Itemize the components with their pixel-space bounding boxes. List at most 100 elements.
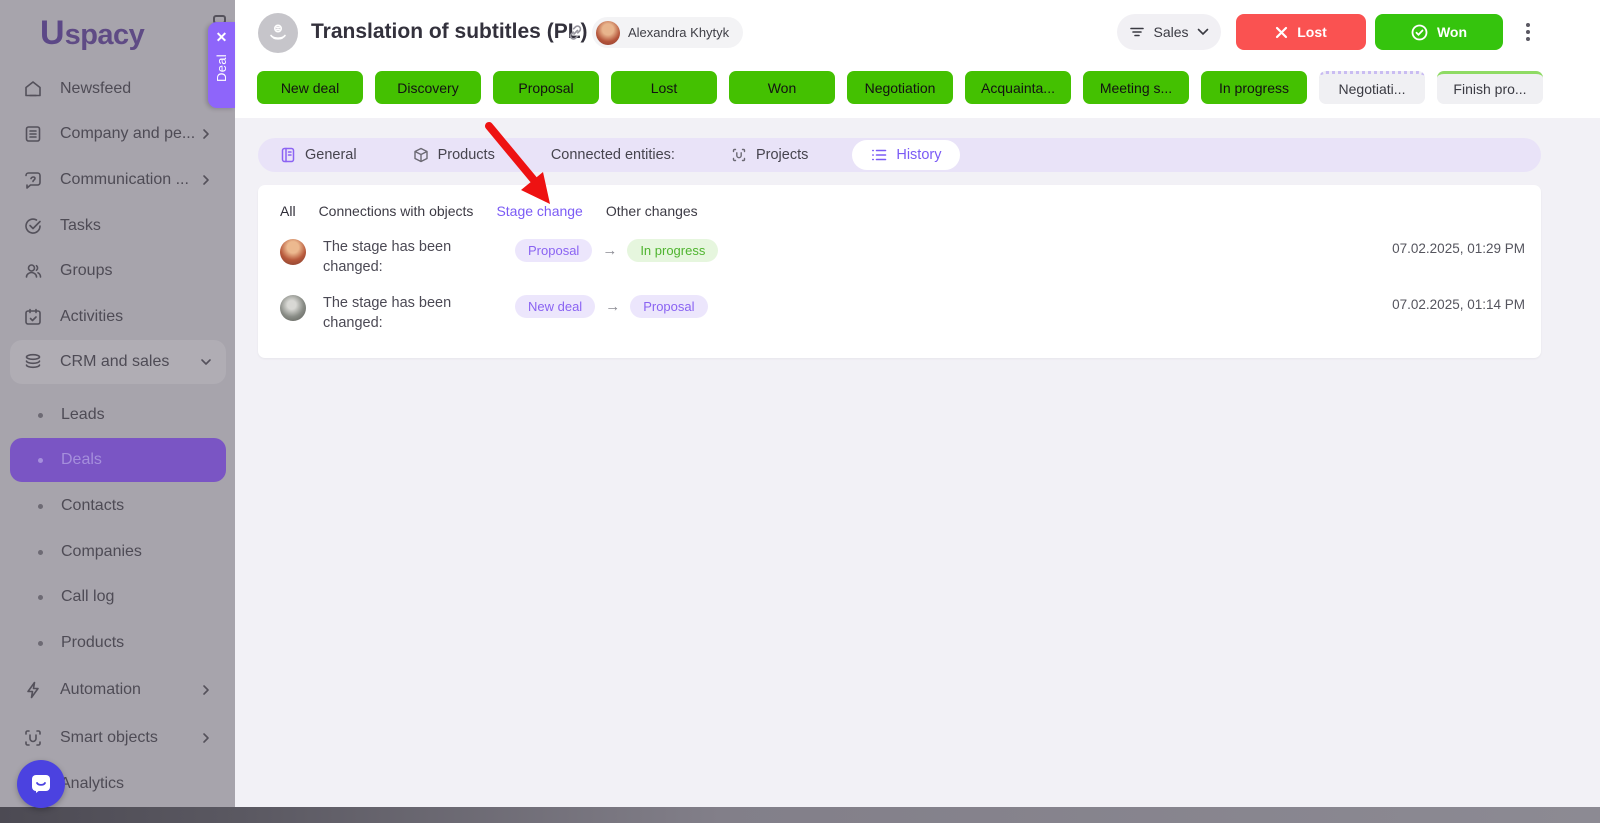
sidebar-item-companies[interactable]: Companies: [10, 530, 226, 574]
won-button[interactable]: Won: [1375, 14, 1503, 50]
filter-all[interactable]: All: [280, 203, 296, 219]
stage-button[interactable]: New deal: [257, 71, 363, 104]
arrow-right-icon: →: [602, 242, 618, 259]
deal-header: Translation of subtitles (PL) Alexandra …: [235, 0, 1600, 118]
bullet-icon: [38, 457, 43, 463]
stage-button[interactable]: Lost: [611, 71, 717, 104]
sidebar-item-contacts[interactable]: Contacts: [10, 484, 226, 528]
chevron-right-icon: [203, 685, 209, 695]
lost-label: Lost: [1297, 24, 1327, 40]
sidebar-item-label: Smart objects: [60, 729, 158, 746]
history-row: The stage has been changed: Proposal → I…: [280, 237, 1525, 285]
sidebar-item-label: Activities: [60, 308, 124, 325]
sidebar-item-activities[interactable]: Activities: [10, 295, 226, 339]
deal-panel: Translation of subtitles (PL) Alexandra …: [235, 0, 1600, 807]
sidebar-item-automation[interactable]: Automation: [10, 668, 226, 712]
deal-tabs: General Products Connected entities: Pro…: [258, 138, 1541, 172]
stage-badge-to: Proposal: [630, 295, 708, 318]
avatar: [280, 239, 306, 265]
logo-mark: U: [40, 14, 65, 52]
crm-stack-icon: [25, 353, 41, 369]
check-circle-icon: [1411, 24, 1428, 40]
stage-badge-to: In progress: [627, 239, 719, 262]
stage-change: New deal → Proposal: [515, 295, 708, 318]
sidebar-item-label: Groups: [60, 262, 113, 279]
history-filters: All Connections with objects Stage chang…: [280, 203, 698, 219]
bullet-icon: [38, 549, 43, 555]
sidebar-item-label: Deals: [61, 451, 102, 468]
more-options-icon[interactable]: [1518, 20, 1538, 44]
avatar: [280, 295, 306, 321]
general-icon: [281, 147, 295, 163]
tab-label: Projects: [755, 147, 809, 163]
sidebar-item-smart-objects[interactable]: Smart objects: [10, 716, 226, 760]
chevron-down-icon: [201, 359, 211, 365]
sidebar-item-products[interactable]: Products: [10, 621, 226, 665]
stage-button[interactable]: Proposal: [493, 71, 599, 104]
sidebar-item-company[interactable]: Company and pe...: [10, 112, 226, 156]
close-icon[interactable]: ✕: [216, 30, 228, 44]
sidebar-item-label: Companies: [61, 543, 142, 560]
tab-general[interactable]: General: [280, 147, 357, 163]
tab-connected-entities[interactable]: Connected entities:: [551, 147, 675, 163]
owner-avatar: [596, 20, 620, 45]
timestamp: 07.02.2025, 01:14 PM: [1392, 297, 1525, 312]
owner-chip[interactable]: Alexandra Khytyk: [592, 17, 744, 48]
owner-name: Alexandra Khytyk: [628, 25, 730, 40]
sidebar-item-deals[interactable]: Deals: [10, 438, 226, 482]
sidebar-item-communication[interactable]: Communication ...: [10, 158, 226, 202]
sidebar-item-label: Contacts: [61, 497, 125, 514]
sidebar-item-label: Automation: [60, 681, 141, 698]
sidebar-item-call-log[interactable]: Call log: [10, 575, 226, 619]
window-bottom-edge: [0, 807, 1600, 823]
stage-button[interactable]: Meeting s...: [1083, 71, 1189, 104]
sidebar-item-label: Leads: [61, 406, 105, 423]
won-label: Won: [1436, 24, 1468, 40]
deal-type-avatar: [258, 13, 298, 53]
stage-badge-from: Proposal: [515, 239, 593, 262]
sidebar-item-label: CRM and sales: [60, 353, 170, 370]
stage-badge-from: New deal: [515, 295, 596, 318]
sidebar-item-newsfeed[interactable]: Newsfeed: [10, 67, 226, 111]
chat-icon: [25, 172, 41, 189]
sidebar-item-label: Newsfeed: [60, 80, 132, 97]
stage-button[interactable]: Negotiati...: [1319, 71, 1425, 104]
sidebar-item-label: Analytics: [60, 775, 125, 792]
uspacy-logo[interactable]: U spacy: [40, 14, 145, 53]
sidebar-item-label: Communication ...: [60, 171, 189, 188]
tab-label: Connected entities:: [550, 147, 675, 163]
lost-button[interactable]: Lost: [1236, 14, 1366, 50]
calendar-icon: [25, 308, 41, 325]
tab-history[interactable]: History: [852, 140, 961, 170]
stage-button[interactable]: Discovery: [375, 71, 481, 104]
filter-other-changes[interactable]: Other changes: [606, 203, 698, 219]
sidebar-item-leads[interactable]: Leads: [10, 393, 226, 437]
chevron-right-icon: [203, 175, 209, 185]
stage-button[interactable]: Negotiation: [847, 71, 953, 104]
filter-stage-change[interactable]: Stage change: [496, 203, 582, 219]
bullet-icon: [38, 594, 43, 600]
stage-button[interactable]: Finish pro...: [1437, 71, 1543, 104]
copy-link-icon[interactable]: [566, 23, 585, 47]
sidebar-item-groups[interactable]: Groups: [10, 249, 226, 293]
deal-panel-side-tab[interactable]: ✕ Deal: [208, 22, 235, 108]
chat-launcher-button[interactable]: [17, 760, 65, 808]
stage-button[interactable]: Acquainta...: [965, 71, 1071, 104]
funnel-select[interactable]: Sales: [1117, 14, 1221, 50]
logo-text: spacy: [64, 19, 145, 51]
sidebar-item-label: Tasks: [60, 217, 101, 234]
stage-button[interactable]: Won: [729, 71, 835, 104]
tab-projects[interactable]: Projects: [731, 147, 808, 163]
bullet-icon: [38, 640, 43, 646]
building-icon: [25, 126, 41, 142]
smart-objects-icon: [25, 730, 41, 746]
home-icon: [25, 81, 41, 97]
stage-button[interactable]: In progress: [1201, 71, 1307, 104]
tab-products[interactable]: Products: [413, 147, 495, 163]
page-title: Translation of subtitles (PL): [311, 20, 588, 43]
sidebar: U spacy Newsfeed Company and pe... Commu…: [0, 0, 235, 823]
filter-connections[interactable]: Connections with objects: [319, 203, 474, 219]
sidebar-item-crm-and-sales[interactable]: CRM and sales: [10, 340, 226, 384]
sidebar-item-tasks[interactable]: Tasks: [10, 204, 226, 248]
arrow-right-icon: →: [605, 298, 621, 315]
